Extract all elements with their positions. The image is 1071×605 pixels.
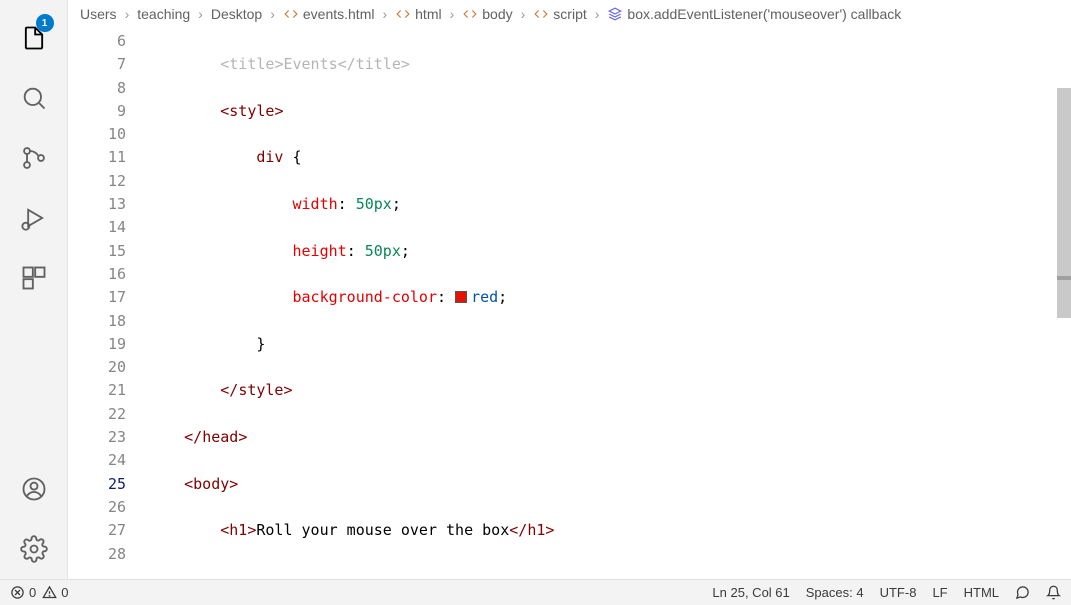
color-swatch[interactable] <box>455 291 467 303</box>
breadcrumb-item[interactable]: Users <box>80 6 117 22</box>
feedback-icon[interactable] <box>1015 585 1030 600</box>
line-gutter: 6789101112131415161718192021222324252627… <box>68 28 148 579</box>
source-control-icon[interactable] <box>10 134 58 182</box>
breadcrumb-item[interactable]: Desktop <box>211 6 262 22</box>
status-eol[interactable]: LF <box>932 585 947 600</box>
main-area: 1 Users › teaching › Desktop › eve <box>0 0 1071 579</box>
status-spaces[interactable]: Spaces: 4 <box>806 585 864 600</box>
gear-icon[interactable] <box>10 525 58 573</box>
breadcrumb-item[interactable]: teaching <box>137 6 190 22</box>
editor-wrapper: Users › teaching › Desktop › events.html… <box>68 0 1071 579</box>
search-icon[interactable] <box>10 74 58 122</box>
files-badge: 1 <box>36 14 54 32</box>
chevron-right-icon: › <box>382 6 387 22</box>
scrollbar-thumb[interactable] <box>1057 88 1071 318</box>
chevron-right-icon: › <box>198 6 203 22</box>
breadcrumbs[interactable]: Users › teaching › Desktop › events.html… <box>68 0 1071 28</box>
status-bar: 0 0 Ln 25, Col 61 Spaces: 4 UTF-8 LF HTM… <box>0 579 1071 605</box>
scrollbar-track[interactable] <box>1057 28 1071 579</box>
minimap-marker <box>1057 276 1071 280</box>
chevron-right-icon: › <box>270 6 275 22</box>
chevron-right-icon: › <box>450 6 455 22</box>
account-icon[interactable] <box>10 465 58 513</box>
symbol-icon <box>533 6 549 22</box>
status-language[interactable]: HTML <box>964 585 999 600</box>
file-icon <box>283 6 299 22</box>
breadcrumb-item[interactable]: html <box>395 6 441 22</box>
symbol-icon <box>395 6 411 22</box>
status-ln-col[interactable]: Ln 25, Col 61 <box>712 585 789 600</box>
breadcrumb-item[interactable]: box.addEventListener('mouseover') callba… <box>607 6 901 22</box>
extensions-icon[interactable] <box>10 254 58 302</box>
symbol-icon <box>462 6 478 22</box>
status-encoding[interactable]: UTF-8 <box>880 585 917 600</box>
chevron-right-icon: › <box>125 6 130 22</box>
status-warnings[interactable]: 0 <box>42 585 68 600</box>
breadcrumb-item[interactable]: events.html <box>283 6 375 22</box>
activity-bar: 1 <box>0 0 68 579</box>
editor-body[interactable]: 6789101112131415161718192021222324252627… <box>68 28 1071 579</box>
chevron-right-icon: › <box>595 6 600 22</box>
breadcrumb-item[interactable]: body <box>462 6 512 22</box>
files-icon[interactable]: 1 <box>10 14 58 62</box>
status-errors[interactable]: 0 <box>10 585 36 600</box>
code-area[interactable]: <title>Events</title> <style> div { widt… <box>148 28 1071 579</box>
callback-icon <box>607 6 623 22</box>
breadcrumb-item[interactable]: script <box>533 6 586 22</box>
run-debug-icon[interactable] <box>10 194 58 242</box>
chevron-right-icon: › <box>521 6 526 22</box>
bell-icon[interactable] <box>1046 585 1061 600</box>
